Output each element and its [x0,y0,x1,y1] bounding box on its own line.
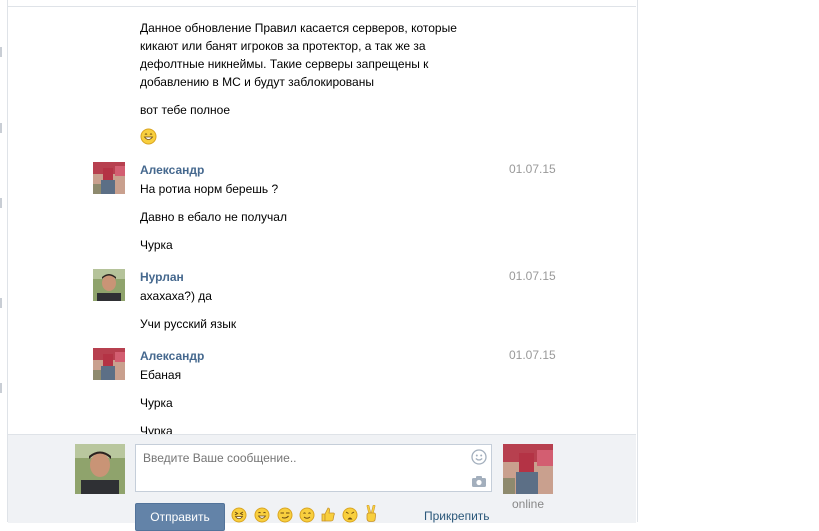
avatar-photo-icon [93,162,125,194]
message-text: вот тебе полное [140,103,231,117]
send-button[interactable]: Отправить [135,503,225,531]
author-link[interactable]: Александр [140,163,204,177]
edge-mark [0,123,2,133]
victory-hand-icon[interactable] [363,505,379,522]
message-input[interactable] [141,449,465,467]
message-date[interactable]: 01.07.15 [509,269,556,283]
message-text: добавлению в МС и будут заблокированы [140,75,374,89]
message-text: ахахаха?) да [140,289,212,303]
message-text: дефолтные никнеймы. Такие серверы запрещ… [140,57,429,71]
avatar-aleksandr[interactable] [93,162,125,194]
avatar-photo-icon [75,444,125,494]
smirk-emoji-icon[interactable] [277,507,293,523]
thumbs-up-icon[interactable] [320,506,336,522]
avatar-photo-icon [93,269,125,301]
edge-mark [0,198,2,208]
avatar-aleksandr[interactable] [93,348,125,380]
author-link[interactable]: Нурлан [140,270,184,284]
weary-emoji-icon[interactable] [342,507,358,523]
avatar-photo-icon [93,348,125,380]
camera-icon[interactable] [471,475,487,488]
laughing-emoji-icon[interactable] [231,507,247,523]
message-text: Данное обновление Правил касается сервер… [140,21,457,35]
message-text: Чурка [140,238,173,252]
message-date[interactable]: 01.07.15 [509,348,556,362]
smiley-icon[interactable] [471,449,487,465]
grinning-emoji-icon [140,128,157,145]
message-text: Учи русский язык [140,317,237,331]
edge-mark [0,47,2,57]
grinning-emoji-icon[interactable] [254,507,270,523]
edge-mark [0,298,2,308]
avatar-photo-icon [503,444,553,494]
top-divider [8,6,636,7]
recipient-avatar[interactable] [503,444,553,494]
message-text: На ротиа норм берешь ? [140,182,279,196]
author-link[interactable]: Александр [140,349,204,363]
message-text: кикают или банят игроков за протектор, а… [140,39,426,53]
blush-emoji-icon[interactable] [299,507,315,523]
attach-link[interactable]: Прикрепить [424,509,490,523]
message-text: Давно в ебало не получал [140,210,287,224]
message-date[interactable]: 01.07.15 [509,162,556,176]
message-input-box[interactable] [135,444,492,492]
online-status: online [512,497,545,511]
avatar-nurlan[interactable] [93,269,125,301]
message-text: Чурка [140,396,173,410]
edge-mark [0,383,2,393]
my-avatar[interactable] [75,444,125,494]
message-text: Ебаная [140,368,182,382]
